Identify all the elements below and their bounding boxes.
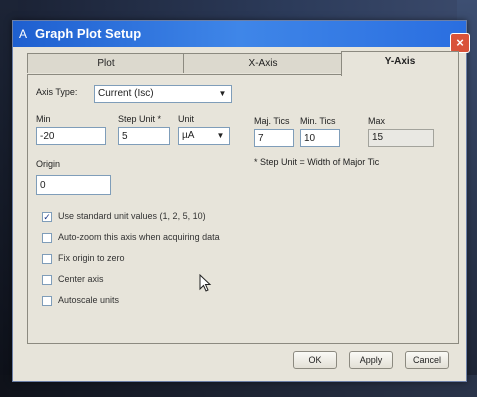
step-unit-field[interactable]: [118, 127, 170, 145]
background-top: [0, 0, 477, 22]
apply-button[interactable]: Apply: [349, 351, 393, 369]
checkbox-auto-zoom[interactable]: [42, 233, 52, 243]
tab-plot[interactable]: Plot: [27, 53, 185, 73]
axis-type-select[interactable]: Current (Isc) ▼: [94, 85, 232, 103]
mouse-pointer-icon: [199, 274, 212, 292]
max-label: Max: [368, 116, 386, 126]
maj-tics-field[interactable]: [254, 129, 294, 147]
checkbox-fix-origin[interactable]: [42, 254, 52, 264]
check-icon: ✓: [43, 212, 51, 222]
min-tics-label: Min. Tics: [300, 116, 336, 126]
option-label: Use standard unit values (1, 2, 5, 10): [58, 211, 206, 221]
step-unit-label: Step Unit *: [118, 114, 162, 124]
app-icon: A: [19, 27, 28, 41]
checkbox-standard-unit-values[interactable]: ✓: [42, 212, 52, 222]
graph-plot-setup-dialog: A Graph Plot Setup × Plot X-Axis Y-Axis …: [12, 20, 470, 382]
unit-value: µA: [182, 130, 195, 141]
min-tics-field[interactable]: [300, 129, 340, 147]
close-button[interactable]: ×: [450, 33, 470, 53]
tab-y-axis[interactable]: Y-Axis: [341, 51, 459, 76]
option-label: Fix origin to zero: [58, 253, 125, 263]
y-axis-panel: Axis Type: Current (Isc) ▼ Min Step Unit…: [27, 74, 459, 344]
tab-x-axis[interactable]: X-Axis: [183, 53, 343, 73]
axis-type-value: Current (Isc): [98, 88, 154, 99]
unit-label: Unit: [178, 114, 195, 124]
origin-field[interactable]: [36, 175, 111, 195]
cancel-button[interactable]: Cancel: [405, 351, 449, 369]
option-label: Auto-zoom this axis when acquiring data: [58, 232, 220, 242]
ok-button[interactable]: OK: [293, 351, 337, 369]
step-unit-note: * Step Unit = Width of Major Tic: [254, 157, 380, 167]
min-field[interactable]: [36, 127, 106, 145]
chevron-down-icon: ▼: [218, 89, 227, 98]
min-label: Min: [36, 114, 51, 124]
title-bar[interactable]: A Graph Plot Setup: [13, 21, 466, 47]
option-label: Autoscale units: [58, 295, 120, 305]
checkbox-autoscale-units[interactable]: [42, 296, 52, 306]
option-label: Center axis: [58, 274, 104, 284]
tab-strip: Plot X-Axis Y-Axis: [27, 51, 459, 76]
axis-type-label: Axis Type:: [36, 87, 78, 97]
origin-label: Origin: [36, 159, 61, 169]
chevron-down-icon: ▼: [216, 131, 225, 140]
checkbox-center-axis[interactable]: [42, 275, 52, 285]
window-title: Graph Plot Setup: [35, 26, 142, 41]
unit-select[interactable]: µA ▼: [178, 127, 230, 145]
max-field: 15: [368, 129, 434, 147]
maj-tics-label: Maj. Tics: [254, 116, 290, 126]
